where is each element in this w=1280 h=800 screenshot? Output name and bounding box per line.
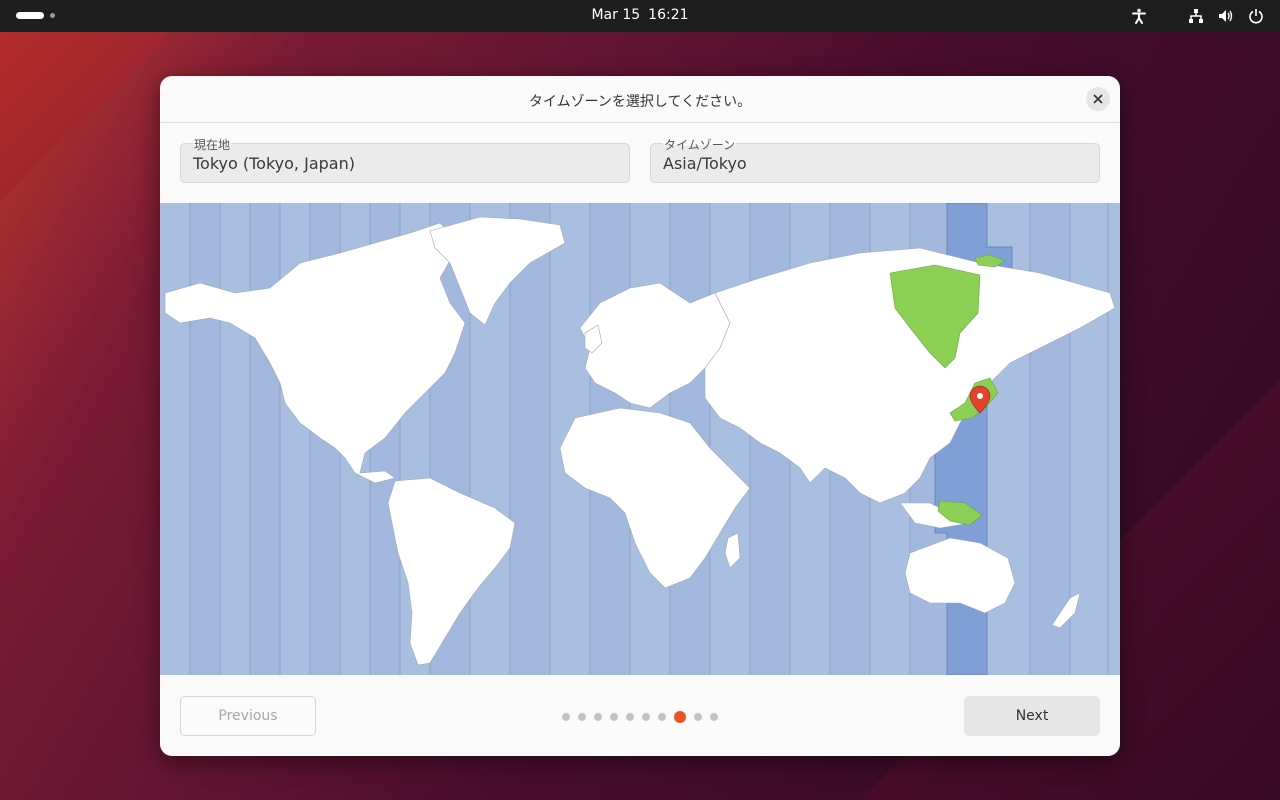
step-dot <box>610 713 618 721</box>
step-dot <box>594 713 602 721</box>
top-bar: Mar 15 16:21 <box>0 0 1280 32</box>
previous-button[interactable]: Previous <box>180 696 316 736</box>
africa-landmass <box>559 407 751 589</box>
close-button[interactable] <box>1086 87 1110 111</box>
madagascar-landmass <box>724 532 741 569</box>
power-icon[interactable] <box>1248 8 1264 24</box>
clock-time: 16:21 <box>648 7 689 23</box>
step-dot <box>710 713 718 721</box>
step-dot <box>694 713 702 721</box>
next-button[interactable]: Next <box>964 696 1100 736</box>
timezone-label: タイムゾーン <box>663 136 737 153</box>
dialog-header: タイムゾーンを選択してください。 <box>160 76 1120 123</box>
step-dot <box>642 713 650 721</box>
network-icon[interactable] <box>1188 8 1204 24</box>
dialog-title: タイムゾーンを選択してください。 <box>528 94 752 110</box>
step-dot <box>562 713 570 721</box>
dialog-footer: Previous Next <box>160 675 1120 756</box>
timezone-map[interactable] <box>160 202 1120 676</box>
step-dot-current <box>674 711 686 723</box>
fields-row: 現在地 Tokyo (Tokyo, Japan) タイムゾーン Asia/Tok… <box>160 123 1120 203</box>
step-dot <box>626 713 634 721</box>
step-dot <box>658 713 666 721</box>
timezone-value: Asia/Tokyo <box>663 154 747 173</box>
step-indicator <box>562 711 718 723</box>
clock[interactable]: Mar 15 16:21 <box>0 7 1280 23</box>
accessibility-icon[interactable] <box>1132 8 1146 24</box>
location-label: 現在地 <box>193 136 232 153</box>
system-tray[interactable] <box>1132 7 1264 25</box>
location-field[interactable]: 現在地 Tokyo (Tokyo, Japan) <box>180 136 630 183</box>
location-value: Tokyo (Tokyo, Japan) <box>193 154 355 173</box>
timezone-dialog: タイムゾーンを選択してください。 現在地 Tokyo (Tokyo, Japan… <box>160 76 1120 756</box>
wallpaper-shape <box>0 32 170 202</box>
volume-icon[interactable] <box>1218 8 1234 24</box>
clock-date: Mar 15 <box>591 7 641 23</box>
timezone-field[interactable]: タイムゾーン Asia/Tokyo <box>650 136 1100 183</box>
step-dot <box>578 713 586 721</box>
close-icon <box>1093 94 1103 104</box>
